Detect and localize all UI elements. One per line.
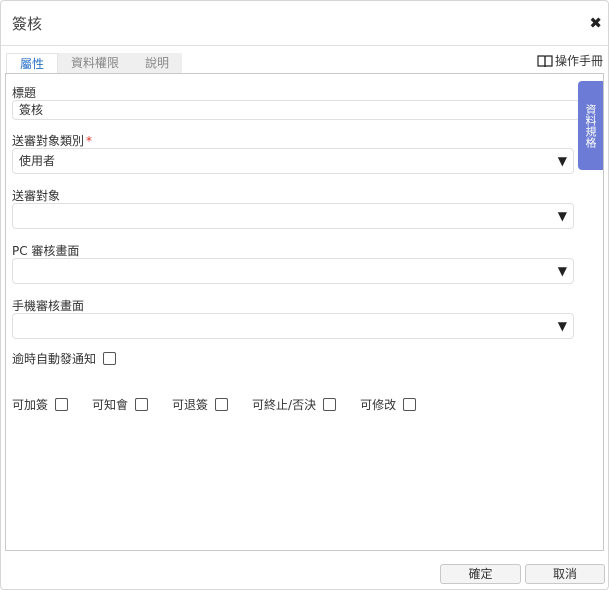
- close-icon[interactable]: ✖: [589, 14, 602, 32]
- perm-label: 可修改: [360, 398, 397, 412]
- perm-label: 可終止/否決: [252, 398, 317, 412]
- perm-modify-checkbox[interactable]: [403, 398, 417, 411]
- auto-notify-label: 逾時自動發通知: [12, 352, 97, 366]
- perm-modify: 可修改: [360, 396, 417, 413]
- send-target-label: 送審對象: [12, 189, 61, 203]
- manual-label: 操作手冊: [554, 54, 603, 68]
- chevron-down-icon: ▼: [557, 319, 567, 333]
- auto-notify-checkbox[interactable]: [103, 352, 117, 365]
- title-input[interactable]: 簽核: [12, 100, 580, 120]
- book-icon: [537, 54, 553, 67]
- perm-add-sign-checkbox[interactable]: [55, 398, 69, 411]
- chevron-down-icon: ▼: [557, 154, 567, 168]
- perm-label: 可退簽: [172, 398, 209, 412]
- chevron-down-icon: ▼: [557, 264, 567, 278]
- auto-notify-row: 逾時自動發通知: [12, 350, 117, 367]
- dialog: 簽核 ✖ 屬性 資料權限 說明 操作手冊 標題 簽核 送審對象類別 * 使用者 ▼…: [0, 0, 609, 590]
- perm-add-sign: 可加簽: [12, 396, 69, 413]
- pc-page-label: PC 審核畫面: [12, 244, 80, 258]
- chevron-down-icon: ▼: [557, 209, 567, 223]
- perm-label: 可知會: [92, 398, 129, 412]
- manual-link[interactable]: 操作手冊: [537, 52, 603, 69]
- pc-page-select[interactable]: ▼: [12, 258, 574, 284]
- tab-description[interactable]: 說明: [132, 53, 183, 73]
- permissions-row: 可加簽 可知會 可退簽 可終止/否決 可修改: [12, 396, 440, 413]
- mobile-page-label: 手機審核畫面: [12, 299, 85, 313]
- perm-label: 可加簽: [12, 398, 49, 412]
- tab-data-permissions[interactable]: 資料權限: [58, 53, 133, 73]
- send-type-value: 使用者: [19, 154, 56, 168]
- send-type-label: 送審對象類別 *: [12, 132, 92, 149]
- send-target-select[interactable]: ▼: [12, 203, 574, 229]
- properties-panel: 標題 簽核 送審對象類別 * 使用者 ▼ 送審對象 ▼ PC 審核畫面 ▼ 手機審…: [5, 73, 604, 551]
- cancel-button[interactable]: 取消: [525, 564, 605, 584]
- perm-notify: 可知會: [92, 396, 149, 413]
- mobile-page-select[interactable]: ▼: [12, 313, 574, 339]
- confirm-button[interactable]: 確定: [440, 564, 521, 584]
- send-type-select[interactable]: 使用者 ▼: [12, 148, 574, 174]
- tab-properties[interactable]: 屬性: [6, 53, 59, 75]
- dialog-titlebar: 簽核 ✖: [1, 1, 608, 46]
- data-spec-side-tab[interactable]: 資料規格: [578, 81, 603, 170]
- send-type-label-text: 送審對象類別: [12, 134, 85, 148]
- title-field-label: 標題: [12, 86, 37, 100]
- perm-notify-checkbox[interactable]: [135, 398, 149, 411]
- dialog-title: 簽核: [12, 15, 43, 33]
- required-marker: *: [86, 134, 93, 148]
- tab-bar: 屬性 資料權限 說明: [6, 53, 183, 75]
- perm-terminate: 可終止/否決: [252, 396, 337, 413]
- perm-return: 可退簽: [172, 396, 229, 413]
- perm-return-checkbox[interactable]: [215, 398, 229, 411]
- perm-terminate-checkbox[interactable]: [323, 398, 337, 411]
